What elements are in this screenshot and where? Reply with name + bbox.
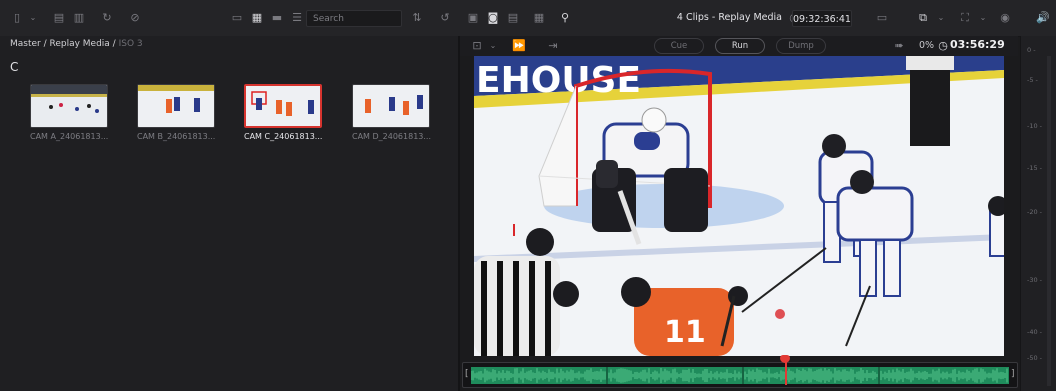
sync-icon[interactable]: ↻ <box>100 11 114 25</box>
playback-options-icon[interactable]: ⊡ <box>470 39 484 53</box>
unlink-icon[interactable]: ⊘ <box>128 11 142 25</box>
meter-tick: -50 - <box>1027 354 1043 362</box>
meter-tick: -40 - <box>1027 328 1043 336</box>
source-view-icon[interactable]: ◙ <box>486 11 500 25</box>
enter-icon[interactable]: ⇥ <box>546 39 560 53</box>
cue-button[interactable]: Cue <box>654 38 704 54</box>
meter-tick: 0 - <box>1027 46 1036 54</box>
clip-thumbnail <box>137 84 215 128</box>
replay-icon[interactable]: ⚲ <box>558 11 572 25</box>
dump-button[interactable]: Dump <box>776 38 826 54</box>
viewer-frame[interactable]: EHOUSE 11 <box>474 56 1004 356</box>
meter-tick: -20 - <box>1027 208 1043 216</box>
clip-thumbnail <box>30 84 108 128</box>
refresh-icon[interactable]: ↺ <box>438 11 452 25</box>
breadcrumb: Master / Replay Media / ISO 3 <box>10 39 143 49</box>
chevron-down-icon[interactable]: ⌄ <box>26 11 40 25</box>
clip-thumbnail <box>352 84 430 128</box>
zoom-level: 0% <box>919 40 935 51</box>
clip-name: CAM A_24061813... <box>30 132 109 141</box>
source-timecode: 09:32:36:41 <box>792 10 852 27</box>
clip-cam-d[interactable]: CAM D_24061813... <box>352 84 432 141</box>
viewer-header: ⊡ ⌄ ⏩ ⇥ Cue Run Dump ➠ 0% ◷ 03:56:29 <box>460 36 1018 56</box>
jog-scrubber[interactable]: [ ] <box>462 355 1018 388</box>
clip-title: 4 Clips - Replay Media <box>676 12 782 23</box>
rink-board-text: EHOUSE <box>476 60 641 101</box>
new-bin-icon[interactable]: ▤ <box>52 11 66 25</box>
clip-thumbnail <box>244 84 322 128</box>
output-icon[interactable]: ⧉ <box>916 11 930 25</box>
chevron-down-icon[interactable]: ⌄ <box>486 39 500 53</box>
run-button[interactable]: Run <box>715 38 765 54</box>
chevron-down-icon[interactable]: ⌄ <box>934 11 948 25</box>
clip-name: CAM D_24061813... <box>352 132 432 141</box>
clip-name: CAM C_24061813... <box>244 132 323 141</box>
speaker-icon[interactable]: 🔊 <box>1036 11 1050 25</box>
breadcrumb-current: ISO 3 <box>118 39 143 49</box>
speed-icon[interactable]: ⏩ <box>512 39 526 53</box>
metadata-view-icon[interactable]: ▬ <box>270 11 284 25</box>
timer-icon: ◷ <box>938 39 948 52</box>
audio-waveform <box>470 367 1009 384</box>
clip-name: CAM B_24061813... <box>137 132 216 141</box>
list-view-icon[interactable]: ☰ <box>290 11 304 25</box>
meter-tick: -30 - <box>1027 276 1043 284</box>
clip-cam-a[interactable]: CAM A_24061813... <box>30 84 108 141</box>
audio-meter: 0 - -5 - -10 - -15 - -20 - -30 - -40 - -… <box>1020 36 1056 391</box>
thumbnail-view-icon[interactable]: ▦ <box>250 11 264 25</box>
search-input[interactable]: Search <box>306 10 402 27</box>
clip-cam-b[interactable]: CAM B_24061813... <box>137 84 215 141</box>
top-toolbar: ▯ ⌄ ▤ ▥ ↻ ⊘ ▭ ▦ ▬ ☰ Search ⇅ ↺ ▣ ◙ ▤ ▦ ⚲… <box>0 0 1056 37</box>
record-timecode: 03:56:29 <box>950 38 1005 51</box>
meter-bar <box>1047 56 1051 386</box>
panel-toggle-icon[interactable]: ▯ <box>10 11 24 25</box>
viewer-mode-icon[interactable]: ▣ <box>466 11 480 25</box>
playhead[interactable] <box>785 355 787 385</box>
smart-bin-icon[interactable]: ▥ <box>72 11 86 25</box>
meter-tick: -5 - <box>1027 76 1038 84</box>
in-bracket-icon[interactable]: [ <box>465 369 469 379</box>
color-picker-icon[interactable]: ◉ <box>998 11 1012 25</box>
panel-divider[interactable] <box>458 36 460 391</box>
media-pool: Master / Replay Media / ISO 3 C CAM A_24… <box>0 36 458 391</box>
forward-icon[interactable]: ➠ <box>892 39 906 53</box>
bin-section-letter: C <box>10 60 19 74</box>
multicam-icon[interactable]: ▦ <box>532 11 546 25</box>
timeline-view-icon[interactable]: ▤ <box>506 11 520 25</box>
chevron-down-icon[interactable]: ⌄ <box>976 11 990 25</box>
meter-tick: -10 - <box>1027 122 1043 130</box>
out-bracket-icon[interactable]: ] <box>1011 369 1015 379</box>
meter-tick: -15 - <box>1027 164 1043 172</box>
sort-icon[interactable]: ⇅ <box>410 11 424 25</box>
clip-cam-c[interactable]: CAM C_24061813... <box>244 84 322 141</box>
layout-icon[interactable]: ▭ <box>875 11 889 25</box>
fullscreen-icon[interactable]: ⛶ <box>958 11 972 25</box>
svg-text:11: 11 <box>664 315 706 350</box>
strip-view-icon[interactable]: ▭ <box>230 11 244 25</box>
breadcrumb-path[interactable]: Master / Replay Media / <box>10 39 116 49</box>
